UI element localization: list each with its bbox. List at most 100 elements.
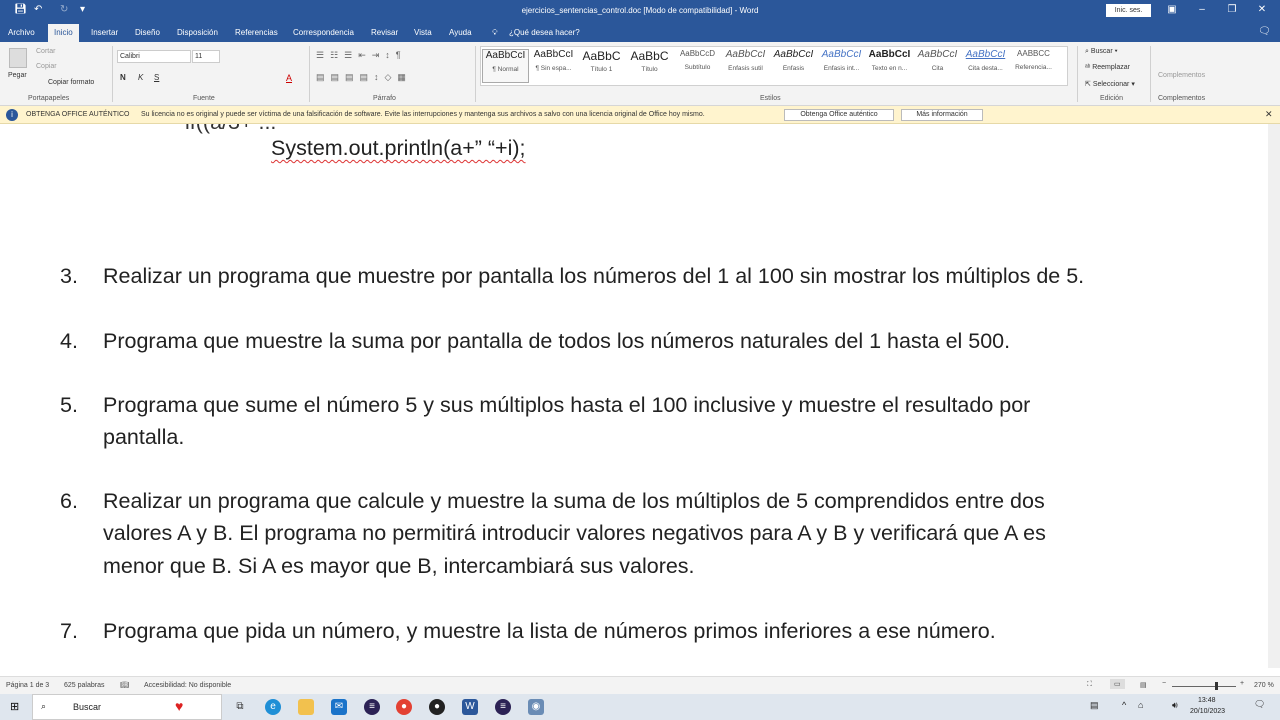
document-page[interactable]: if((a/3+ ... System.out.println(a+” “+i)…: [0, 124, 1268, 668]
style-enfasis[interactable]: AaBbCcI Énfasis: [770, 49, 817, 72]
close-notice-icon[interactable]: ✕: [1265, 109, 1273, 120]
zoom-slider[interactable]: [1172, 686, 1236, 687]
app-icon[interactable]: ●: [429, 699, 445, 715]
font-group-label: Fuente: [193, 95, 215, 102]
accessibility-status[interactable]: Accesibilidad: No disponible: [144, 682, 231, 689]
style-subtitulo[interactable]: AaBbCcD Subtítulo: [674, 49, 721, 71]
word-icon[interactable]: W: [462, 699, 478, 715]
paragraph-tools[interactable]: ☰☷☰⇤⇥↕¶: [316, 50, 407, 61]
focus-mode-icon[interactable]: ⛶: [1087, 681, 1092, 689]
notifications-icon[interactable]: 🗨︎: [1254, 699, 1265, 710]
tell-me-input[interactable]: ¿Qué desea hacer?: [509, 28, 580, 37]
paste-button[interactable]: Pegar: [8, 72, 27, 79]
notice-message: Su licencia no es original y puede ser v…: [141, 111, 705, 118]
window-title: ejercicios_sentencias_control.doc [Modo …: [521, 6, 759, 15]
ribbon: Pegar Cortar Copiar Copiar formato Porta…: [0, 42, 1280, 106]
style-enfasis-sutil[interactable]: AaBbCcI Énfasis sutil: [722, 49, 769, 72]
zoom-slider-thumb[interactable]: [1215, 682, 1218, 690]
tab-insertar[interactable]: Insertar: [91, 28, 118, 37]
underline-button[interactable]: S: [154, 73, 159, 82]
editing-group-label: Edición: [1100, 95, 1123, 102]
search-placeholder: Buscar: [73, 702, 102, 712]
clock-date[interactable]: 20/10/2023: [1190, 708, 1225, 715]
tab-correspondencia[interactable]: Correspondencia: [293, 28, 354, 37]
camera-icon[interactable]: ◉: [528, 699, 544, 715]
styles-gallery: AaBbCcI ¶ Normal AaBbCcI ¶ Sin espa... AaB…: [480, 46, 1068, 86]
zoom-level[interactable]: 270 %: [1254, 682, 1274, 689]
edge-icon[interactable]: e: [265, 699, 281, 715]
style-texto-negrita[interactable]: AaBbCcI Texto en n...: [866, 49, 913, 72]
vertical-scrollbar[interactable]: [1268, 124, 1280, 668]
show-hidden-icons[interactable]: ^: [1122, 700, 1126, 710]
network-icon[interactable]: ⌂: [1138, 700, 1143, 710]
tab-disposicion[interactable]: Disposición: [177, 28, 218, 37]
taskbar: ⊞ ⌕ Buscar ♥ ⧉ e ✉ ≡ ● ● W ≡ ◉ ▤ ^ ⌂ 🔊︎ …: [0, 694, 1280, 720]
style-referencia[interactable]: AABBCC Referencia...: [1010, 49, 1057, 71]
style-normal[interactable]: AaBbCcI ¶ Normal: [482, 49, 529, 83]
style-cita-destacada[interactable]: AaBbCcI Cita desta...: [962, 49, 1009, 72]
font-name-select[interactable]: Calibri: [117, 50, 191, 63]
news-widget-icon[interactable]: ▤: [1090, 700, 1099, 711]
replace-button[interactable]: ᵃᵇ Reemplazar: [1085, 64, 1130, 71]
eclipse-icon-2[interactable]: ≡: [495, 699, 511, 715]
tab-archivo[interactable]: Archivo: [8, 28, 35, 37]
cut-button[interactable]: Cortar: [36, 48, 55, 55]
web-layout-icon[interactable]: ▤: [1140, 681, 1147, 689]
license-notice-bar: i OBTENGA OFFICE AUTÉNTICO Su licencia n…: [0, 106, 1280, 124]
ribbon-display-icon[interactable]: ▣: [1162, 4, 1182, 15]
addins-button[interactable]: Complementos: [1158, 72, 1205, 79]
style-enfasis-intenso[interactable]: AaBbCcI Énfasis int...: [818, 49, 865, 72]
more-info-button[interactable]: Más información: [901, 109, 983, 121]
file-explorer-icon[interactable]: [298, 699, 314, 715]
addins-group-label: Complementos: [1158, 95, 1206, 102]
lightbulb-icon: 💡︎: [492, 28, 498, 37]
close-button[interactable]: ✕: [1252, 4, 1272, 15]
proofing-icon[interactable]: 📖︎: [120, 681, 129, 689]
word-count[interactable]: 625 palabras: [64, 682, 104, 689]
style-sin-espaciado[interactable]: AaBbCcI ¶ Sin espa...: [530, 49, 577, 72]
styles-group-label: Estilos: [760, 95, 781, 102]
tab-diseno[interactable]: Diseño: [135, 28, 160, 37]
italic-button[interactable]: K: [138, 73, 143, 82]
status-bar: Página 1 de 3 625 palabras 📖︎ Accesibili…: [0, 676, 1280, 694]
tab-revisar[interactable]: Revisar: [371, 28, 398, 37]
clipboard-group-label: Portapapeles: [28, 95, 70, 102]
paragraph-group-label: Párrafo: [373, 95, 396, 102]
paste-icon[interactable]: [9, 48, 27, 68]
style-titulo-1[interactable]: AaBbC Título 1: [578, 49, 625, 73]
font-size-select[interactable]: 11: [192, 50, 220, 63]
task-view-icon[interactable]: ⧉: [232, 699, 248, 715]
select-button[interactable]: ⇱ Seleccionar ▾: [1085, 80, 1135, 88]
sign-in-button[interactable]: Inic. ses.: [1106, 4, 1151, 17]
ribbon-tabs: Archivo Inicio Insertar Diseño Disposici…: [0, 21, 1280, 42]
heart-icon: ♥: [175, 698, 184, 714]
start-button[interactable]: ⊞: [10, 700, 19, 713]
tab-ayuda[interactable]: Ayuda: [449, 28, 472, 37]
info-icon: i: [6, 109, 18, 121]
alignment-tools[interactable]: ▤▤▤▤↕◇▦: [316, 72, 412, 83]
tab-inicio[interactable]: Inicio: [48, 24, 79, 42]
tab-referencias[interactable]: Referencias: [235, 28, 278, 37]
font-color-button[interactable]: A: [286, 73, 292, 83]
page-count[interactable]: Página 1 de 3: [6, 682, 49, 689]
eclipse-icon[interactable]: ≡: [364, 699, 380, 715]
mail-icon[interactable]: ✉: [331, 699, 347, 715]
clock-time[interactable]: 13:48: [1198, 697, 1216, 704]
tab-vista[interactable]: Vista: [414, 28, 432, 37]
maximize-button[interactable]: ❐: [1222, 4, 1242, 15]
format-painter-button[interactable]: Copiar formato: [48, 79, 94, 86]
style-titulo[interactable]: AaBbC Título: [626, 49, 673, 73]
style-cita[interactable]: AaBbCcI Cita: [914, 49, 961, 72]
taskbar-search[interactable]: ⌕ Buscar ♥: [32, 694, 222, 720]
zoom-out-button[interactable]: −: [1162, 680, 1166, 687]
copy-button[interactable]: Copiar: [36, 63, 57, 70]
volume-icon[interactable]: 🔊︎: [1172, 700, 1178, 711]
minimize-button[interactable]: –: [1192, 4, 1212, 15]
find-button[interactable]: ⌕ Buscar ▾: [1085, 48, 1118, 56]
comments-icon[interactable]: 🗨︎: [1258, 26, 1271, 37]
get-genuine-office-button[interactable]: Obtenga Office auténtico: [784, 109, 894, 121]
bold-button[interactable]: N: [120, 73, 126, 82]
zoom-in-button[interactable]: +: [1240, 680, 1244, 687]
print-layout-icon[interactable]: ▭: [1110, 679, 1125, 689]
chrome-icon[interactable]: ●: [396, 699, 412, 715]
